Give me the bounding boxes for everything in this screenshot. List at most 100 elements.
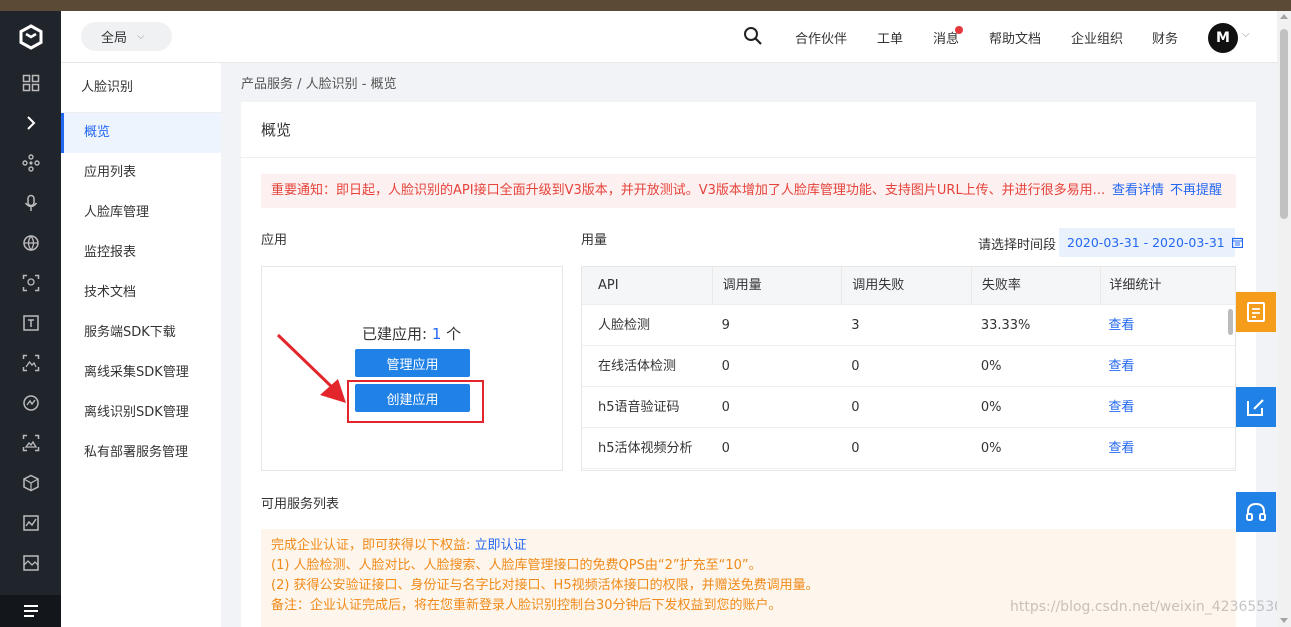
cell-calls: 9 bbox=[721, 318, 730, 333]
cell-rate: 0% bbox=[980, 400, 1002, 415]
cluster-icon[interactable] bbox=[0, 143, 61, 183]
cell-calls: 0 bbox=[721, 400, 730, 415]
survey-icon[interactable] bbox=[1236, 292, 1276, 332]
column-header-failed: 调用失败 bbox=[841, 267, 971, 304]
page-title: 概览 bbox=[241, 102, 1256, 158]
icon-rail bbox=[0, 11, 61, 627]
notice-detail-link[interactable]: 查看详情 bbox=[1112, 183, 1164, 198]
avatar[interactable]: M bbox=[1208, 23, 1238, 53]
chevron-down-icon: ⌵ bbox=[137, 31, 145, 42]
highlight-box bbox=[347, 380, 484, 423]
analytics-icon[interactable] bbox=[0, 383, 61, 423]
table-scrollbar[interactable] bbox=[1228, 309, 1233, 335]
box-icon[interactable] bbox=[0, 463, 61, 503]
sidebar-item-private-deploy[interactable]: 私有部署服务管理 bbox=[61, 433, 221, 473]
search-icon[interactable] bbox=[743, 26, 763, 50]
sidebar-item-offline-capture-sdk[interactable]: 离线采集SDK管理 bbox=[61, 353, 221, 393]
cell-calls: 0 bbox=[721, 441, 730, 456]
expand-icon[interactable] bbox=[0, 103, 61, 143]
nav-finance[interactable]: 财务 bbox=[1152, 28, 1178, 47]
benefits-line: (1) 人脸检测、人脸对比、人脸搜索、人脸库管理接口的免费QPS由“2”扩充至“… bbox=[271, 558, 762, 573]
table-row: h5活体视频分析 0 0 0% 查看 bbox=[582, 428, 1235, 469]
headset-icon[interactable] bbox=[1236, 492, 1276, 532]
table-row: 人脸检测 9 3 33.33% 查看 bbox=[582, 305, 1235, 346]
nav-help-docs[interactable]: 帮助文档 bbox=[989, 28, 1041, 47]
notice-text: 重要通知：即日起，人脸识别的API接口全面升级到V3版本，并开放测试。V3版本增… bbox=[271, 183, 1106, 198]
certify-now-link[interactable]: 立即认证 bbox=[475, 538, 527, 553]
created-apps-prefix: 已建应用: bbox=[362, 325, 432, 343]
sidebar-item-face-library[interactable]: 人脸库管理 bbox=[61, 193, 221, 233]
created-apps-number: 1 bbox=[431, 325, 442, 343]
apps-card: 已建应用: 1 个 管理应用 创建应用 bbox=[261, 266, 563, 471]
landscape-icon[interactable] bbox=[0, 543, 61, 583]
sidebar-item-offline-recognition-sdk[interactable]: 离线识别SDK管理 bbox=[61, 393, 221, 433]
edit-icon[interactable] bbox=[1236, 387, 1276, 427]
nav-ticket[interactable]: 工单 bbox=[877, 28, 903, 47]
page-scrollbar[interactable] bbox=[1277, 11, 1291, 627]
image-icon[interactable] bbox=[0, 343, 61, 383]
notice-dismiss-link[interactable]: 不再提醒 bbox=[1170, 183, 1222, 198]
benefits-line: (2) 获得公安验证接口、身份证与名字比对接口、H5视频活体接口的权限，并赠送免… bbox=[271, 578, 819, 593]
services-section-label: 可用服务列表 bbox=[261, 497, 340, 512]
sidebar-item-monitor-report[interactable]: 监控报表 bbox=[61, 233, 221, 273]
sidebar-item-tech-docs[interactable]: 技术文档 bbox=[61, 273, 221, 313]
cell-api: 人脸检测 bbox=[598, 318, 651, 333]
cell-api: h5活体视频分析 bbox=[598, 441, 693, 456]
cell-failed: 3 bbox=[851, 318, 860, 333]
view-stats-link[interactable]: 查看 bbox=[1108, 359, 1134, 374]
breadcrumb: 产品服务 / 人脸识别 - 概览 bbox=[241, 77, 397, 92]
view-stats-link[interactable]: 查看 bbox=[1108, 441, 1134, 456]
cloud-logo-icon[interactable] bbox=[0, 11, 61, 63]
grid-icon[interactable] bbox=[0, 63, 61, 103]
chevron-down-icon[interactable]: ⌵ bbox=[1242, 29, 1250, 40]
photo-icon[interactable] bbox=[0, 423, 61, 463]
top-header: 全局 ⌵ 合作伙伴 工单 消息 帮助文档 企业组织 财务 M ⌵ bbox=[61, 11, 1277, 63]
cell-failed: 0 bbox=[851, 441, 860, 456]
menu-toggle-icon[interactable] bbox=[0, 595, 61, 627]
date-range-picker[interactable]: 2020-03-31 - 2020-03-31 bbox=[1059, 228, 1243, 257]
column-header-rate: 失败率 bbox=[970, 267, 1101, 304]
nav-partners[interactable]: 合作伙伴 bbox=[795, 28, 847, 47]
chart-icon[interactable] bbox=[0, 503, 61, 543]
cell-api: 在线活体检测 bbox=[598, 359, 677, 374]
annotation-arrow-icon bbox=[276, 333, 346, 403]
view-stats-link[interactable]: 查看 bbox=[1108, 318, 1134, 333]
scroll-down-icon[interactable] bbox=[1280, 618, 1288, 623]
cell-api: h5语音验证码 bbox=[598, 400, 680, 415]
message-badge bbox=[955, 26, 963, 34]
manage-apps-button[interactable]: 管理应用 bbox=[355, 349, 470, 377]
overview-panel: 概览 重要通知：即日起，人脸识别的API接口全面升级到V3版本，并开放测试。V3… bbox=[241, 102, 1256, 627]
cell-rate: 0% bbox=[980, 359, 1002, 374]
sidebar-item-server-sdk[interactable]: 服务端SDK下载 bbox=[61, 313, 221, 353]
calendar-icon bbox=[1231, 229, 1243, 258]
benefits-intro: 完成企业认证，即可获得以下权益: bbox=[271, 538, 475, 553]
created-apps-count: 已建应用: 1 个 bbox=[362, 323, 461, 344]
text-icon[interactable] bbox=[0, 303, 61, 343]
usage-table: API 调用量 调用失败 失败率 详细统计 人脸检测 9 3 33.33% 查看… bbox=[581, 266, 1236, 471]
apps-section-label: 应用 bbox=[261, 233, 288, 248]
cell-rate: 33.33% bbox=[980, 318, 1031, 333]
sidebar-title: 人脸识别 bbox=[61, 63, 221, 113]
table-row: 在线活体检测 0 0 0% 查看 bbox=[582, 346, 1235, 387]
scrollbar-thumb[interactable] bbox=[1280, 29, 1288, 219]
created-apps-suffix: 个 bbox=[441, 325, 462, 343]
date-range-value: 2020-03-31 - 2020-03-31 bbox=[1067, 235, 1225, 250]
cell-rate: 0% bbox=[980, 441, 1002, 456]
sidebar-item-overview[interactable]: 概览 bbox=[61, 113, 221, 153]
scope-selector[interactable]: 全局 ⌵ bbox=[81, 22, 172, 51]
face-scan-icon[interactable] bbox=[0, 263, 61, 303]
benefits-line: 完成企业认证，即可获得以下权益: 立即认证 bbox=[271, 536, 1226, 556]
cell-calls: 0 bbox=[721, 359, 730, 374]
date-range-label: 请选择时间段 bbox=[978, 238, 1057, 253]
sidebar: 人脸识别 概览 应用列表 人脸库管理 监控报表 技术文档 服务端SDK下载 离线… bbox=[61, 63, 221, 627]
scroll-up-icon[interactable] bbox=[1280, 14, 1288, 19]
view-stats-link[interactable]: 查看 bbox=[1108, 400, 1134, 415]
scope-label: 全局 bbox=[101, 31, 128, 46]
mic-icon[interactable] bbox=[0, 183, 61, 223]
watermark-text: https://blog.csdn.net/weixin_42365530 bbox=[1010, 599, 1284, 615]
sidebar-item-app-list[interactable]: 应用列表 bbox=[61, 153, 221, 193]
globe-icon[interactable] bbox=[0, 223, 61, 263]
table-row: h5语音验证码 0 0 0% 查看 bbox=[582, 387, 1235, 428]
nav-enterprise-org[interactable]: 企业组织 bbox=[1071, 28, 1123, 47]
column-header-calls: 调用量 bbox=[711, 267, 842, 304]
